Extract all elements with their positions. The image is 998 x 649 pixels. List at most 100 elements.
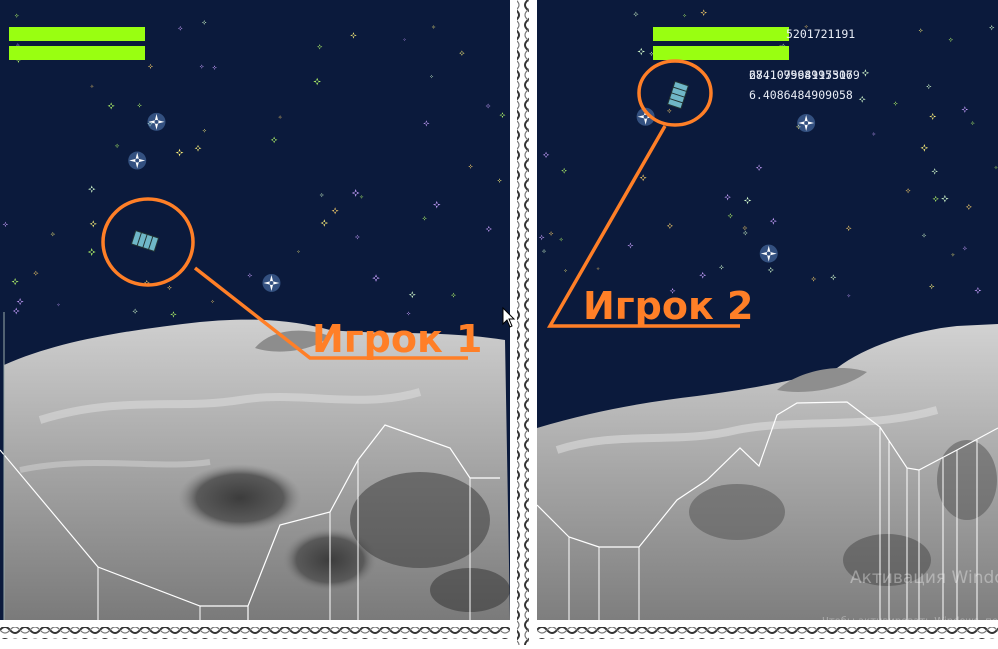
split-screen-divider <box>510 0 537 645</box>
star-icon <box>296 250 300 254</box>
star-icon <box>56 303 61 307</box>
star-icon <box>928 283 935 290</box>
star-icon <box>918 28 923 33</box>
player1-fuel-bar <box>9 46 145 60</box>
star-icon <box>403 38 407 42</box>
star-icon <box>11 278 19 286</box>
star-icon <box>861 69 870 77</box>
star-icon <box>408 291 416 299</box>
player1-label: Игрок 1 <box>312 317 483 361</box>
star-icon <box>33 270 39 276</box>
debug-value-bottom: 6.4086484909058 <box>749 88 853 102</box>
star-icon <box>541 248 547 254</box>
star-icon <box>497 178 502 183</box>
player2-ship <box>667 80 689 110</box>
star-icon <box>682 13 687 18</box>
star-icon <box>542 151 550 159</box>
star-icon <box>499 112 506 119</box>
star-icon <box>350 32 357 39</box>
windows-activation-hint: Чтобы активировать Windows, перейдите в … <box>822 616 998 627</box>
star-icon <box>948 37 954 43</box>
star-icon <box>12 307 20 315</box>
star-icon <box>422 215 427 221</box>
star-icon <box>199 64 204 69</box>
star-icon <box>278 115 282 119</box>
star-icon <box>170 311 177 318</box>
star-icon <box>429 74 434 79</box>
star-icon <box>845 225 852 232</box>
player1-health-bar <box>9 27 145 41</box>
star-icon <box>970 121 975 126</box>
star-icon <box>432 200 441 209</box>
rope-border <box>0 627 510 639</box>
star-icon <box>175 148 184 157</box>
star-icon <box>858 95 866 103</box>
player2-fuel-bar <box>653 46 789 60</box>
star-icon <box>700 9 708 17</box>
star-icon <box>88 185 96 193</box>
star-icon <box>639 174 647 182</box>
star-icon <box>270 136 278 144</box>
star-icon <box>468 164 473 169</box>
rope-border <box>537 627 998 639</box>
star-icon <box>137 102 142 108</box>
star-icon <box>548 231 554 236</box>
star-icon <box>905 188 911 194</box>
star-icon <box>459 50 465 56</box>
star-icon <box>666 108 672 114</box>
star-icon <box>767 266 774 274</box>
star-icon <box>830 274 837 281</box>
star-icon <box>114 143 120 149</box>
star-icon <box>742 230 748 236</box>
star-icon <box>561 167 568 174</box>
star-icon <box>331 207 339 215</box>
star-icon <box>90 84 94 88</box>
star-icon <box>921 233 927 238</box>
star-icon <box>372 274 380 282</box>
star-icon <box>313 77 321 86</box>
star-icon <box>755 164 763 172</box>
star-icon <box>423 120 430 127</box>
star-icon <box>431 25 436 29</box>
star-icon <box>143 279 150 286</box>
star-icon <box>132 308 138 314</box>
star-icon <box>962 246 968 251</box>
rope-divider <box>517 0 529 645</box>
star-icon <box>920 143 929 152</box>
star-icon <box>202 128 207 133</box>
star-icon <box>107 102 115 110</box>
star-icon <box>485 225 493 233</box>
star-icon <box>485 103 491 109</box>
star-icon <box>718 264 724 270</box>
star-icon <box>359 194 364 199</box>
star-icon <box>87 248 96 256</box>
star-icon <box>596 267 600 271</box>
debug-value-top: 5201721191 <box>786 27 856 41</box>
star-icon <box>951 252 955 257</box>
star-icon <box>194 144 202 152</box>
star-icon <box>147 63 154 69</box>
star-icon <box>450 292 456 298</box>
star-icon <box>351 189 360 197</box>
star-icon <box>2 221 9 228</box>
star-icon <box>16 298 24 306</box>
star-icon <box>317 44 323 50</box>
star-icon <box>941 194 949 203</box>
debug-value-overlap-b: 28.1079649175169 <box>749 68 860 82</box>
star-icon <box>247 272 253 278</box>
star-icon <box>201 20 207 25</box>
star-icon <box>666 222 674 230</box>
star-icon <box>559 237 564 242</box>
star-icon <box>212 65 217 71</box>
star-icon <box>50 231 56 237</box>
star-icon <box>931 168 938 175</box>
star-icon <box>994 165 998 170</box>
player2-health-bar <box>653 27 789 41</box>
star-icon <box>633 11 639 17</box>
windows-activation-watermark: Активация Windows <box>850 568 998 588</box>
player2-label: Игрок 2 <box>583 284 754 328</box>
star-icon <box>89 220 97 228</box>
star-icon <box>965 203 972 210</box>
star-icon <box>167 285 172 291</box>
star-icon <box>538 234 545 241</box>
